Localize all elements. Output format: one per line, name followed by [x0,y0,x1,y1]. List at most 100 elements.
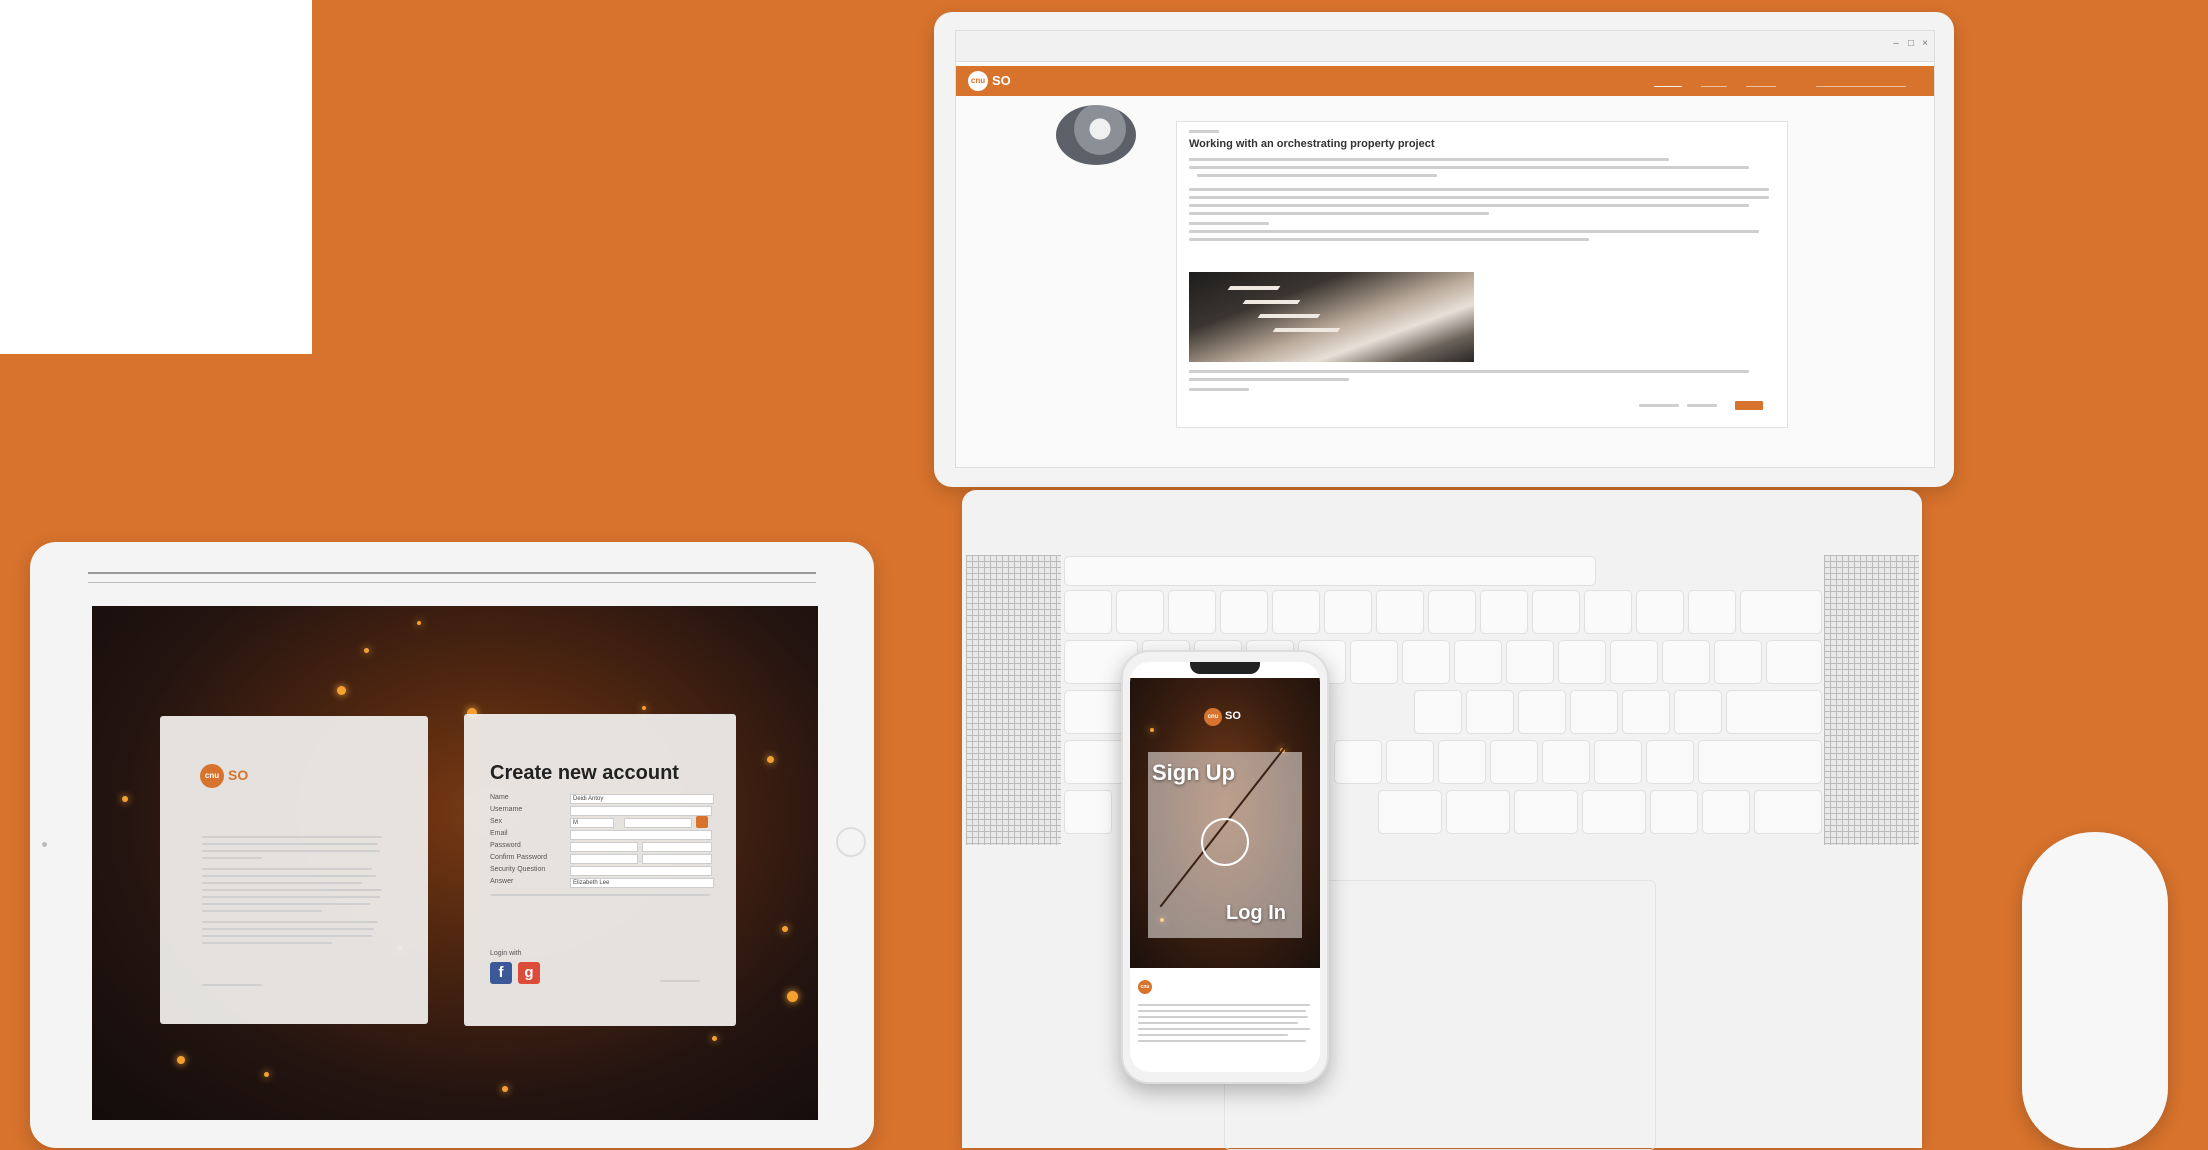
key[interactable] [1532,590,1580,634]
login-button[interactable]: Log In [1226,902,1286,925]
nav-link-2[interactable] [1701,76,1727,87]
maximize-icon[interactable]: □ [1906,39,1916,49]
site-logo[interactable]: cnu [968,71,988,91]
nav-link-3[interactable] [1746,76,1776,87]
key[interactable] [1570,690,1618,734]
spark [122,796,128,802]
close-icon[interactable]: × [1920,39,1930,49]
key[interactable] [1622,690,1670,734]
post-title[interactable]: Working with an orchestrating property p… [1189,138,1435,150]
confirm-password-hint [642,854,712,864]
key[interactable] [1582,790,1646,834]
stair-step [1257,314,1321,318]
key[interactable] [1506,640,1554,684]
form-label: Email [490,830,508,837]
key[interactable] [1064,790,1112,834]
key[interactable] [1378,790,1442,834]
key[interactable] [1740,590,1822,634]
key[interactable] [1490,740,1538,784]
country-field[interactable] [624,818,692,828]
shift-key[interactable] [1698,740,1822,784]
key[interactable] [1594,740,1642,784]
user-icon[interactable] [1201,818,1249,866]
security-question-select[interactable] [570,866,712,876]
key[interactable] [1324,590,1372,634]
next-link[interactable] [660,980,700,982]
touch-bar[interactable] [1064,556,1596,586]
spark [1150,728,1154,732]
key[interactable] [1376,590,1424,634]
key[interactable] [1480,590,1528,634]
key[interactable] [1220,590,1268,634]
key[interactable] [1350,640,1398,684]
email-field[interactable] [570,830,712,840]
nav-link-1[interactable] [1654,76,1682,87]
sex-field[interactable]: M [570,818,614,828]
key[interactable] [1454,640,1502,684]
key[interactable] [1446,790,1510,834]
signup-button[interactable]: Sign Up [1152,760,1235,786]
key[interactable] [1438,740,1486,784]
home-button[interactable] [836,827,866,857]
confirm-password-field[interactable] [570,854,638,864]
post-text-line [1189,166,1749,169]
minimize-icon[interactable]: – [1891,39,1901,49]
form-label: Confirm Password [490,854,548,861]
nav-search[interactable] [1816,76,1906,87]
key[interactable] [1636,590,1684,634]
laptop-screen: – □ × cnu SO Working with an orchestrati… [955,30,1935,468]
post-action[interactable] [1639,404,1679,407]
post-text-line [1189,370,1749,373]
key[interactable] [1514,790,1578,834]
key[interactable] [1702,790,1750,834]
calendar-icon[interactable] [696,816,708,828]
key[interactable] [1116,590,1164,634]
key[interactable] [1402,640,1450,684]
name-field[interactable]: Deidi Antoy [570,794,714,804]
key[interactable] [1334,740,1382,784]
tablet-screen: cnu SO Create new account Name Deidi Ant… [92,606,818,1120]
phone-text-line [1138,1016,1308,1018]
key[interactable] [1610,640,1658,684]
read-more-button[interactable] [1735,401,1763,410]
form-label: Security Question [490,866,546,873]
post-text-line [1189,188,1769,191]
username-field[interactable] [570,806,712,816]
password-hint [642,842,712,852]
key[interactable] [1584,590,1632,634]
post-card: Working with an orchestrating property p… [1176,121,1788,428]
key[interactable] [1688,590,1736,634]
key[interactable] [1542,740,1590,784]
info-text-line [202,850,380,852]
post-text-line [1189,196,1769,199]
answer-field[interactable]: Elizabeth Lee [570,878,714,888]
phone-text-line [1138,1022,1298,1024]
facebook-icon[interactable]: f [490,962,512,984]
key[interactable] [1518,690,1566,734]
key[interactable] [1662,640,1710,684]
phone-text-line [1138,1034,1288,1036]
post-text-line [1189,378,1349,381]
return-key[interactable] [1726,690,1822,734]
password-field[interactable] [570,842,638,852]
key[interactable] [1754,790,1822,834]
key[interactable] [1558,640,1606,684]
key[interactable] [1650,790,1698,834]
post-action[interactable] [1687,404,1717,407]
key[interactable] [1064,590,1112,634]
info-text-line [202,857,262,859]
key[interactable] [1674,690,1722,734]
key[interactable] [1646,740,1694,784]
key[interactable] [1272,590,1320,634]
key[interactable] [1414,690,1462,734]
key[interactable] [1714,640,1762,684]
back-link[interactable] [202,984,262,986]
key[interactable] [1428,590,1476,634]
key[interactable] [1466,690,1514,734]
spark [177,1056,185,1064]
create-account-title: Create new account [490,762,679,784]
key[interactable] [1386,740,1434,784]
google-plus-icon[interactable]: g [518,962,540,984]
key[interactable] [1168,590,1216,634]
key[interactable] [1766,640,1822,684]
